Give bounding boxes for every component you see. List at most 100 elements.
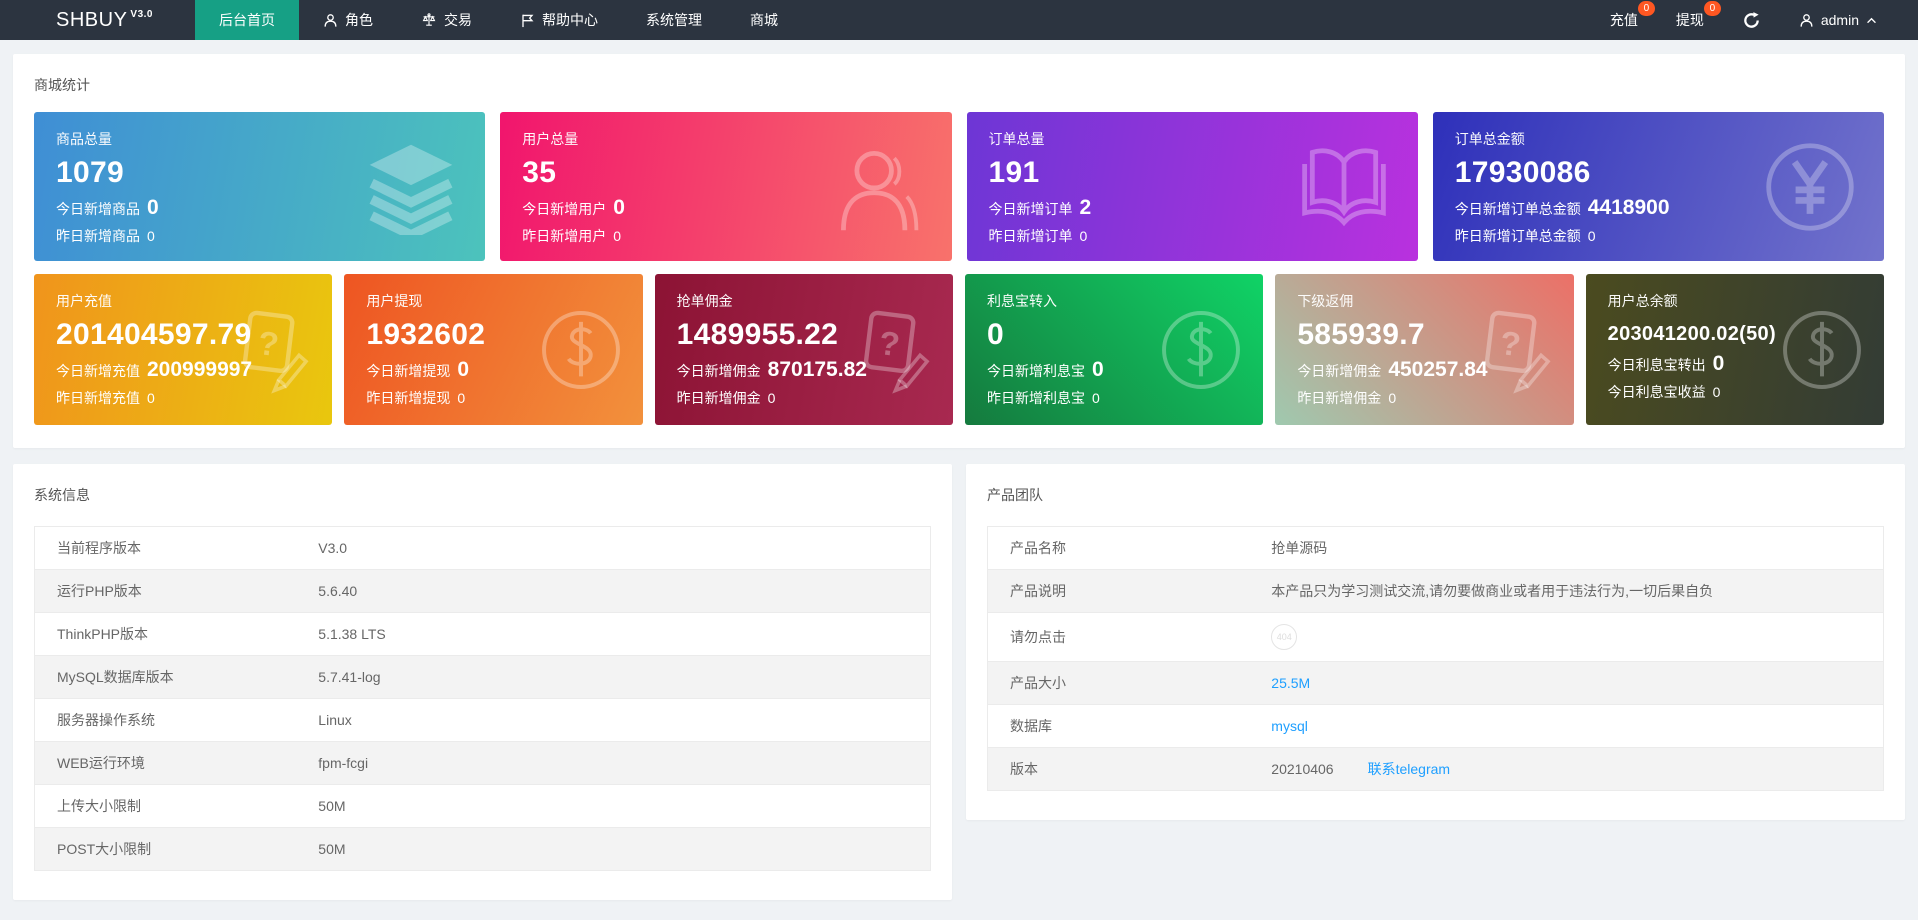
info-value: 5.7.41-log — [303, 655, 931, 699]
info-value-cell: 20210406 联系telegram — [1256, 747, 1884, 791]
card-yesterday-line: 昨日新增佣金 0 — [677, 388, 953, 408]
card-today-label: 今日新增用户 — [522, 201, 607, 217]
card-today-line: 今日新增佣金 870175.82 — [677, 358, 953, 382]
card-title: 用户总余额 — [1607, 293, 1678, 309]
card-title: 用户总量 — [522, 131, 579, 147]
info-label: 数据库 — [987, 704, 1257, 748]
card-today-line: 今日新增订单总金额 4418900 — [1455, 196, 1884, 220]
refresh-icon — [1742, 11, 1761, 30]
card-today-label: 今日利息宝转出 — [1607, 357, 1706, 373]
telegram-link[interactable]: 联系telegram — [1368, 761, 1450, 777]
card-today-line: 今日利息宝转出 0 — [1608, 352, 1884, 376]
card-yesterday-line: 昨日新增订单总金额 0 — [1455, 226, 1884, 246]
nav-item-label: 后台首页 — [218, 12, 275, 28]
scales-icon — [421, 12, 437, 28]
card-yesterday-line: 昨日新增利息宝 0 — [987, 388, 1263, 408]
card-today-value: 0 — [1712, 352, 1725, 375]
card-yesterday-line: 今日利息宝收益 0 — [1608, 382, 1884, 402]
app-logo: SHBUY V3.0 — [0, 0, 195, 40]
info-label: 当前程序版本 — [34, 526, 304, 570]
value-link[interactable]: 25.5M — [1271, 675, 1310, 691]
system-info-table: 当前程序版本 V3.0 运行PHP版本 5.6.40 ThinkPHP版本 5.1.38 … — [34, 526, 931, 871]
table-row: 运行PHP版本 5.6.40 — [34, 569, 931, 613]
card-yesterday-value: 0 — [1091, 390, 1100, 406]
refresh-button[interactable] — [1723, 0, 1780, 40]
withdraw-label: 提现 — [1675, 12, 1704, 28]
nav-item-5[interactable]: 商城 — [726, 0, 802, 40]
nav-item-label: 交易 — [443, 12, 472, 28]
card-yesterday-label: 昨日新增商品 — [56, 228, 140, 244]
info-value-cell: mysql — [1256, 704, 1884, 748]
nav-item-4[interactable]: 系统管理 — [622, 0, 726, 40]
top-navbar: SHBUY V3.0 后台首页 角色 交易 帮助中心 系统管理 商城 充值 0 提现 0 … — [0, 0, 1918, 40]
value-link[interactable]: mysql — [1271, 718, 1308, 734]
info-label: 运行PHP版本 — [34, 569, 304, 613]
bottom-panels: 系统信息 当前程序版本 V3.0 运行PHP版本 5.6.40 ThinkPHP版本 5.… — [13, 464, 1905, 900]
table-row: 请勿点击 404 — [987, 612, 1884, 662]
info-value-cell: 404 — [1256, 612, 1884, 662]
card-title: 订单总量 — [988, 131, 1045, 147]
card-today-label: 今日新增商品 — [56, 201, 140, 217]
card-yesterday-value: 0 — [457, 390, 466, 406]
card-title: 下级返佣 — [1297, 293, 1354, 309]
card-value: 585939.7 — [1297, 318, 1425, 351]
card-today-label: 今日新增充值 — [56, 363, 140, 379]
info-label: 版本 — [987, 747, 1257, 791]
recharge-button[interactable]: 充值 0 — [1591, 0, 1657, 40]
card-today-label: 今日新增佣金 — [1297, 363, 1382, 379]
table-row: 当前程序版本 V3.0 — [34, 526, 931, 570]
nav-item-0[interactable]: 后台首页 — [194, 0, 299, 40]
nav-item-label: 系统管理 — [645, 12, 702, 28]
card-value: 1079 — [56, 156, 124, 189]
card-today-value: 450257.84 — [1388, 358, 1488, 381]
card-value: 0 — [986, 318, 1004, 351]
nav-item-3[interactable]: 帮助中心 — [496, 0, 622, 40]
card-yesterday-value: 0 — [1712, 384, 1721, 400]
nav-item-label: 商城 — [749, 12, 778, 28]
card-yesterday-line: 昨日新增充值 0 — [56, 388, 332, 408]
mall-stats-title: 商城统计 — [34, 77, 90, 93]
flag-icon — [520, 13, 535, 28]
card-value: 1489955.22 — [676, 318, 839, 351]
info-value-cell: 抢单源码 — [1256, 526, 1884, 570]
info-value: 抢单源码 — [1271, 540, 1328, 556]
card-today-value: 870175.82 — [767, 358, 867, 381]
table-row: 产品名称 抢单源码 — [987, 526, 1884, 570]
info-label: ThinkPHP版本 — [34, 612, 304, 656]
user-icon — [323, 13, 338, 28]
card-yesterday-label: 昨日新增用户 — [522, 228, 607, 244]
card-today-line: 今日新增充值 200999997 — [56, 358, 332, 382]
card-yesterday-value: 0 — [147, 390, 155, 406]
admin-menu[interactable]: admin — [1780, 0, 1896, 40]
card-value: 191 — [988, 156, 1040, 189]
card-yesterday-value: 0 — [613, 228, 622, 244]
system-info-panel: 系统信息 当前程序版本 V3.0 运行PHP版本 5.6.40 ThinkPHP版本 5.… — [13, 464, 952, 900]
stat-card: 用户总余额 203041200.02(50) 今日利息宝转出 0 今日利息宝收益 0 — [1585, 274, 1884, 425]
stat-card: 订单总量 191 今日新增订单 2 昨日新增订单 0 — [966, 112, 1418, 261]
info-label: 产品大小 — [987, 661, 1257, 705]
withdraw-button[interactable]: 提现 0 — [1657, 0, 1723, 40]
info-value: 50M — [303, 784, 931, 828]
info-value: Linux — [303, 698, 931, 742]
card-title: 商品总量 — [56, 131, 112, 147]
table-row: 版本 20210406 联系telegram — [987, 747, 1884, 791]
recharge-badge: 0 — [1637, 1, 1655, 16]
card-yesterday-line: 昨日新增订单 0 — [989, 226, 1418, 246]
chevron-up-icon — [1866, 17, 1877, 24]
nav-item-2[interactable]: 交易 — [397, 0, 496, 40]
404-badge[interactable]: 404 — [1271, 624, 1298, 650]
info-value: 50M — [303, 827, 931, 871]
stat-card: 商品总量 1079 今日新增商品 0 昨日新增商品 0 — [34, 112, 486, 261]
card-title: 用户充值 — [56, 293, 112, 309]
nav-item-1[interactable]: 角色 — [299, 0, 397, 40]
card-yesterday-line: 昨日新增佣金 0 — [1297, 388, 1573, 408]
card-yesterday-label: 昨日新增订单 — [988, 228, 1073, 244]
stats-cards-row2: 用户充值 201404597.79 今日新增充值 200999997 昨日新增充值 0? 用… — [13, 274, 1905, 448]
table-row: 上传大小限制 50M — [34, 784, 931, 828]
info-label: 产品说明 — [987, 569, 1257, 613]
mall-stats-panel: 商城统计 商品总量 1079 今日新增商品 0 昨日新增商品 0 用户总量 35 今日新增用户 0… — [13, 54, 1905, 448]
nav-item-label: 角色 — [344, 12, 373, 28]
stat-card: 利息宝转入 0 今日新增利息宝 0 昨日新增利息宝 0 — [964, 274, 1264, 425]
main-menu: 后台首页 角色 交易 帮助中心 系统管理 商城 — [194, 0, 802, 40]
info-value-cell: 本产品只为学习测试交流,请勿要做商业或者用于违法行为,一切后果自负 — [1256, 569, 1884, 613]
